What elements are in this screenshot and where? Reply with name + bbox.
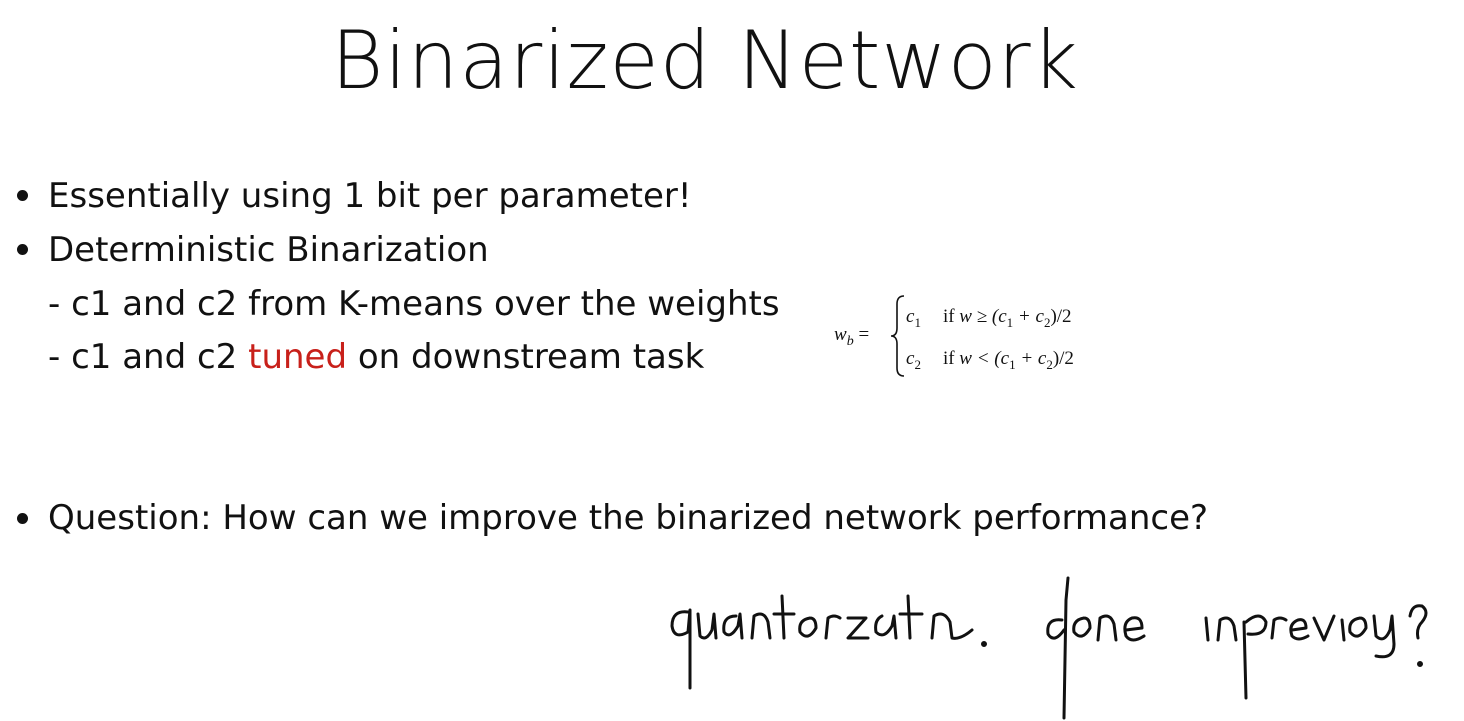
binarization-formula: wb = c1 if w ≥ (c1 + c2)/2 c2 if w < (c1 +… [834,292,1134,382]
sub-item-1: - c1 and c2 from K-means over the weight… [48,284,780,324]
tuned-highlight: tuned [248,337,348,377]
bullet-2: Deterministic Binarization [48,230,489,270]
sub-item-2: - c1 and c2 tuned on downstream task [48,337,704,377]
formula-case-1: c1 if w ≥ (c1 + c2)/2 [906,306,1072,330]
sub-item-2-prefix: - c1 and c2 [48,337,249,377]
bullet-1: Essentially using 1 bit per parameter! [48,176,692,216]
slide-title: Binarized Network [331,14,1079,107]
sub-item-2-suffix: on downstream task [347,337,705,377]
bullet-dot [17,244,28,255]
handwritten-annotation [670,576,1428,720]
left-brace-icon [890,295,905,377]
bullet-dot [17,190,28,201]
formula-case-2: c2 if w < (c1 + c2)/2 [906,348,1074,372]
bullet-dot [17,513,28,524]
bullet-3: Question: How can we improve the binariz… [48,498,1209,538]
formula-lhs: wb = [834,324,870,349]
slide: Binarized Network Essentially using 1 bi… [0,0,1464,721]
